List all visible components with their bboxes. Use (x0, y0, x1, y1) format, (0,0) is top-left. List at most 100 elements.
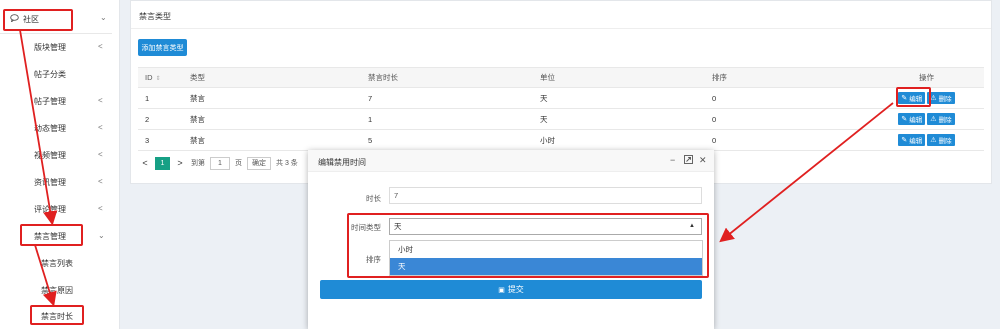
time-type-label: 时间类型 (351, 223, 381, 232)
sidebar-subitem-mute-reason[interactable]: 禁言原因 (0, 277, 112, 303)
cell-id: 3 (138, 129, 183, 151)
edit-button[interactable]: ✎ 编辑 (898, 92, 926, 104)
selected-value: 天 (394, 222, 402, 231)
prev-page-button[interactable]: < (138, 158, 152, 168)
edit-button[interactable]: ✎ 编辑 (898, 134, 926, 146)
sort-icon[interactable]: ⇕ (156, 76, 161, 82)
goto-label: 到第 (191, 160, 205, 167)
column-header-id[interactable]: ID ⇕ (138, 67, 183, 88)
mute-type-table: ID ⇕ 类型 禁言时长 单位 排序 操作 1 禁言 7 天 0 ✎ 编辑 ⚠ 删除 2 (138, 67, 984, 151)
time-type-select[interactable]: 天 ▲ (389, 218, 702, 235)
duration-label: 时长 (366, 194, 381, 203)
sort-label: 排序 (366, 255, 381, 264)
cell-unit: 天 (533, 108, 705, 130)
sidebar-subitem-label: 禁言列表 (41, 259, 73, 268)
sidebar-item-label: 视频管理 (34, 151, 66, 160)
page-title: 禁言类型 (139, 12, 171, 21)
sidebar-item-videos[interactable]: 视频管理 < (0, 142, 112, 168)
sidebar-item-community[interactable]: 社区 ⌄ (0, 0, 112, 34)
delete-button[interactable]: ⚠ 删除 (927, 113, 955, 125)
pagination: < 1 > 到第 1 页 确定 共 3 条 (138, 156, 298, 170)
add-mute-type-button[interactable]: 添加禁言类型 (138, 39, 187, 56)
sidebar-item-label: 帖子分类 (34, 70, 66, 79)
cell-id: 2 (138, 108, 183, 130)
sidebar-item-label: 禁言管理 (34, 232, 66, 241)
cell-duration: 1 (361, 108, 533, 130)
cell-unit: 天 (533, 87, 705, 109)
warning-icon: ⚠ (930, 116, 937, 123)
cell-duration: 5 (361, 129, 533, 151)
chevron-left-icon: < (98, 96, 103, 105)
cell-sort: 0 (705, 108, 869, 130)
table-row: 1 禁言 7 天 0 ✎ 编辑 ⚠ 删除 (138, 87, 984, 109)
goto-confirm-button[interactable]: 确定 (247, 156, 271, 170)
chevron-left-icon: < (98, 204, 103, 213)
sidebar-subitem-label: 禁言时长 (41, 312, 73, 321)
sidebar-item-label: 资讯管理 (34, 178, 66, 187)
total-count: 共 3 条 (276, 160, 298, 167)
sidebar-subitem-mute-list[interactable]: 禁言列表 (0, 250, 112, 276)
cell-id: 1 (138, 87, 183, 109)
cell-actions: ✎ 编辑 ⚠ 删除 (869, 129, 984, 151)
sidebar-item-news[interactable]: 资讯管理 < (0, 169, 112, 195)
edit-button[interactable]: ✎ 编辑 (898, 113, 926, 125)
sidebar-item-comments[interactable]: 评论管理 < (0, 196, 112, 222)
chevron-left-icon: < (98, 150, 103, 159)
sidebar-subitem-mute-duration[interactable]: 禁言时长 (0, 303, 112, 329)
column-header: 类型 (183, 67, 361, 88)
sidebar-item-mute[interactable]: 禁言管理 ⌄ (0, 223, 112, 249)
edit-icon: ✎ (901, 95, 908, 102)
table-row: 3 禁言 5 小时 0 ✎ 编辑 ⚠ 删除 (138, 129, 984, 151)
chevron-left-icon: < (98, 177, 103, 186)
column-header: 排序 (705, 67, 869, 88)
duration-input[interactable]: 7 (389, 187, 702, 204)
sidebar-subitem-label: 禁言原因 (41, 286, 73, 295)
chat-icon (10, 14, 19, 24)
sidebar-item-label: 版块管理 (34, 43, 66, 52)
delete-button[interactable]: ⚠ 删除 (927, 134, 955, 146)
sidebar-item-board[interactable]: 版块管理 < (0, 34, 112, 60)
page-unit-label: 页 (235, 160, 242, 167)
warning-icon: ⚠ (930, 95, 937, 102)
cell-sort: 0 (705, 87, 869, 109)
sidebar-item-post-category[interactable]: 帖子分类 (0, 61, 112, 87)
chevron-down-icon: ⌄ (98, 231, 105, 240)
cell-type: 禁言 (183, 108, 361, 130)
sidebar-item-posts[interactable]: 帖子管理 < (0, 88, 112, 114)
dialog-header: 编辑禁用时间 − ✕ (308, 150, 714, 172)
cell-actions: ✎ 编辑 ⚠ 删除 (869, 87, 984, 109)
time-type-dropdown: 小时 天 (389, 240, 703, 276)
option-hour[interactable]: 小时 (390, 241, 702, 258)
edit-icon: ✎ (901, 137, 908, 144)
column-header: 禁言时长 (361, 67, 533, 88)
edit-icon: ✎ (901, 116, 908, 123)
divider (131, 28, 991, 29)
table-row: 2 禁言 1 天 0 ✎ 编辑 ⚠ 删除 (138, 108, 984, 130)
sidebar-item-label: 动态管理 (34, 124, 66, 133)
edit-duration-dialog: 编辑禁用时间 − ✕ 时长 7 时间类型 天 ▲ 排序 小时 天 ▣ 提交 (308, 150, 714, 329)
caret-up-icon: ▲ (689, 223, 695, 229)
cell-duration: 7 (361, 87, 533, 109)
minimize-icon[interactable]: − (670, 155, 675, 165)
maximize-icon[interactable] (684, 155, 693, 166)
column-header: 单位 (533, 67, 705, 88)
cell-unit: 小时 (533, 129, 705, 151)
next-page-button[interactable]: > (173, 158, 187, 168)
delete-button[interactable]: ⚠ 删除 (927, 92, 955, 104)
current-page-button[interactable]: 1 (155, 156, 170, 170)
sidebar: 社区 ⌄ 版块管理 < 帖子分类 帖子管理 < 动态管理 < 视频管理 < 资讯… (0, 0, 120, 329)
table-header-row: ID ⇕ 类型 禁言时长 单位 排序 操作 (138, 67, 984, 88)
column-header: 操作 (869, 67, 984, 88)
chevron-left-icon: < (98, 42, 103, 51)
submit-button[interactable]: ▣ 提交 (320, 280, 702, 299)
sidebar-item-moments[interactable]: 动态管理 < (0, 115, 112, 141)
cell-type: 禁言 (183, 129, 361, 151)
warning-icon: ⚠ (930, 137, 937, 144)
option-day[interactable]: 天 (390, 258, 702, 275)
chevron-left-icon: < (98, 123, 103, 132)
cell-sort: 0 (705, 129, 869, 151)
page-number-input[interactable]: 1 (210, 156, 230, 170)
chevron-down-icon: ⌄ (100, 13, 107, 22)
sidebar-item-label: 帖子管理 (34, 97, 66, 106)
close-icon[interactable]: ✕ (699, 155, 707, 166)
